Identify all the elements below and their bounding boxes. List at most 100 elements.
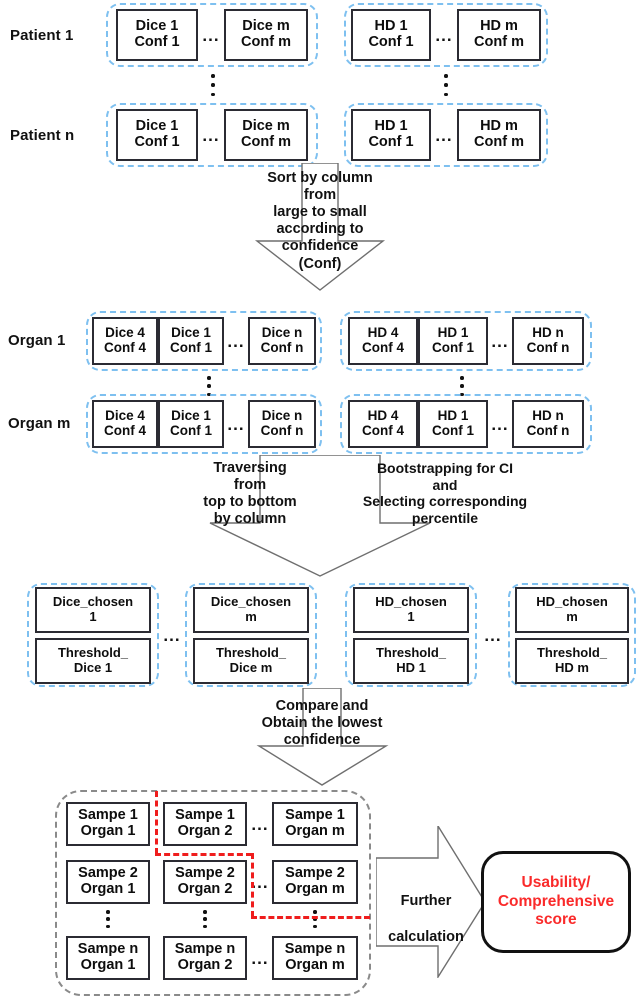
cell-line-1: HD 4	[367, 408, 399, 424]
cell-dice-m-conf-m: Dice m Conf m	[224, 9, 308, 61]
organ-m-label-text: Organ m	[8, 414, 71, 432]
cell-line-2: 1	[89, 608, 97, 624]
patient-1-label: Patient 1	[10, 18, 102, 52]
cell-line-1: Threshold_	[57, 645, 129, 661]
further-calculation-label: Further calculation	[372, 874, 480, 945]
cell-hd-1-conf-1: HD 1 Conf 1	[351, 9, 431, 61]
cell-line-1: Sampe 1	[285, 807, 345, 824]
sort-line-3: large to small	[273, 204, 367, 221]
cell-line-1: Sampe n	[174, 941, 236, 958]
cell-line-2: Organ 1	[80, 881, 136, 897]
sample-1-organ-2: Sampe 1 Organ 2	[163, 802, 247, 846]
sort-line-1: Sort by column	[267, 170, 373, 186]
further-calc-line-2: calculation	[388, 929, 464, 946]
horizontal-ellipsis-dice-chosen: ...	[163, 625, 181, 645]
cell-line-1: HD n	[532, 408, 564, 424]
hd-group-organ-1: HD 4 Conf 4 HD 1 Conf 1 ... HD n Conf n	[340, 311, 592, 371]
cell-line-1: HD_chosen	[536, 594, 608, 610]
sort-arrow-label: Sort by column from large to small accor…	[215, 170, 425, 290]
cell-line-1: Sampe 2	[285, 865, 345, 882]
cell-line-2: Organ 2	[177, 823, 233, 839]
dice-chosen-m-group: Dice_chosen m Threshold_ Dice m	[185, 583, 317, 687]
bootstrapping-label: Bootstrapping for CI and Selecting corre…	[362, 460, 528, 526]
cell-line-2: Conf m	[474, 34, 524, 50]
box-hd-chosen-m: HD_chosen m	[515, 586, 629, 633]
cell-line-1: Sampe n	[77, 941, 139, 958]
cell-line-1: HD_chosen	[375, 594, 447, 610]
cell-line-2: m	[566, 608, 578, 624]
cell-line-1: Dice 4	[105, 408, 145, 424]
cell-dice-n-conf-n: Dice n Conf n	[248, 317, 316, 365]
hd-group-organ-m: HD 4 Conf 4 HD 1 Conf 1 ... HD n Conf n	[340, 394, 592, 454]
cell-line-2: Organ 2	[177, 957, 233, 973]
hd-group-patient-1: HD 1 Conf 1 ... HD m Conf m	[344, 3, 548, 67]
result-line-1: Usability/	[521, 874, 591, 892]
sample-1-organ-m: Sampe 1 Organ m	[272, 802, 358, 846]
cell-line-2: Organ 1	[80, 823, 136, 839]
cell-line-2: Conf 4	[104, 423, 146, 438]
cell-line-1: Sampe 1	[175, 807, 235, 824]
horizontal-ellipsis-row-2: ...	[251, 872, 269, 892]
cell-hd-n-conf-n: HD n Conf n	[512, 400, 584, 448]
vertical-ellipsis-hd-patients	[443, 74, 449, 96]
organ-1-label-text: Organ 1	[8, 331, 66, 349]
cell-line-2: m	[245, 608, 257, 624]
hd-group-patient-n: HD 1 Conf 1 ... HD m Conf m	[344, 103, 548, 167]
cell-line-1: Threshold_	[375, 645, 447, 661]
cell-hd-m-conf-m: HD m Conf m	[457, 109, 541, 161]
dice-group-patient-1: Dice 1 Conf 1 ... Dice m Conf m	[106, 3, 318, 67]
cell-line-1: Dice n	[261, 325, 303, 341]
cell-dice-4-conf-4: Dice 4 Conf 4	[92, 317, 158, 365]
cell-line-1: Sampe 2	[175, 865, 235, 882]
cell-line-2: Conf 4	[104, 340, 146, 355]
result-line-3: score	[535, 911, 577, 929]
vertical-ellipsis-col-1	[105, 910, 111, 928]
box-threshold-hd-m: Threshold_ HD m	[515, 637, 629, 684]
cell-hd-1-conf-1: HD 1 Conf 1	[418, 317, 488, 365]
horizontal-ellipsis-row-1: ...	[251, 814, 269, 834]
vertical-ellipsis-dice-organs	[206, 376, 212, 396]
cell-line-1: Dice 1	[171, 325, 211, 341]
further-calc-line-1: Further	[400, 893, 452, 910]
traversing-label: Traversing from top to bottom by column	[203, 460, 297, 528]
cell-dice-1-conf-1: Dice 1 Conf 1	[116, 9, 198, 61]
cell-line-2: Conf 1	[134, 34, 180, 50]
cell-dice-m-conf-m: Dice m Conf m	[224, 109, 308, 161]
horizontal-ellipsis-hd-chosen: ...	[484, 625, 502, 645]
sample-2-organ-1: Sampe 2 Organ 1	[66, 860, 150, 904]
usability-score-text: Usability/ Comprehensive score	[498, 874, 614, 930]
compare-arrow-label: Compare and Obtain the lowest confidence	[261, 698, 383, 749]
hd-chosen-m-group: HD_chosen m Threshold_ HD m	[508, 583, 636, 687]
sample-2-organ-m: Sampe 2 Organ m	[272, 860, 358, 904]
cell-line-1: Dice m	[242, 118, 290, 135]
result-line-2: Comprehensive	[497, 892, 615, 910]
box-threshold-hd-1: Threshold_ HD 1	[353, 637, 469, 684]
cell-dice-1-conf-1: Dice 1 Conf 1	[158, 400, 224, 448]
cell-line-1: Sampe 2	[78, 865, 138, 882]
sort-line-2: from	[303, 187, 337, 204]
patient-n-label: Patient n	[10, 118, 102, 152]
cell-line-1: HD 1	[437, 325, 469, 341]
cell-hd-1-conf-1: HD 1 Conf 1	[418, 400, 488, 448]
sort-line-4: according to	[276, 221, 364, 238]
patient-n-label-text: Patient n	[10, 126, 75, 144]
dice-chosen-1-group: Dice_chosen 1 Threshold_ Dice 1	[27, 583, 159, 687]
cell-line-1: HD 1	[437, 408, 469, 424]
dice-group-organ-1: Dice 4 Conf 4 Dice 1 Conf 1 ... Dice n C…	[86, 311, 322, 371]
horizontal-ellipsis: ...	[202, 125, 220, 145]
sample-n-organ-1: Sampe n Organ 1	[66, 936, 150, 980]
cell-line-2: Conf m	[241, 34, 291, 50]
cell-line-2: HD m	[555, 659, 589, 675]
cell-line-1: Sampe 1	[78, 807, 138, 824]
cell-line-2: Conf 1	[134, 134, 180, 150]
hd-chosen-1-group: HD_chosen 1 Threshold_ HD 1	[345, 583, 477, 687]
cell-line-1: HD m	[480, 18, 518, 35]
cell-line-1: Dice n	[261, 408, 303, 424]
cell-dice-n-conf-n: Dice n Conf n	[248, 400, 316, 448]
cell-line-2: Conf 1	[368, 134, 414, 150]
cell-line-2: Conf m	[474, 134, 524, 150]
cell-line-2: Conf n	[526, 423, 570, 438]
box-hd-chosen-1: HD_chosen 1	[353, 586, 469, 633]
cell-line-2: Dice 1	[73, 659, 113, 675]
cell-dice-1-conf-1: Dice 1 Conf 1	[158, 317, 224, 365]
